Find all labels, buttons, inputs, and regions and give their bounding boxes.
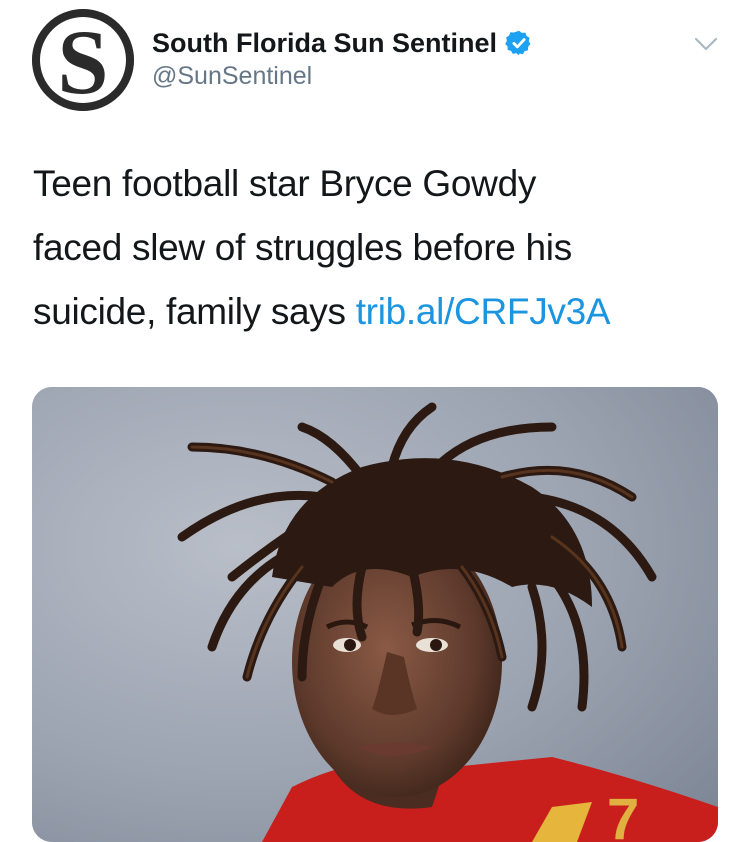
tweet-text: Teen football star Bryce Gowdy faced sle… [33, 152, 713, 344]
tweet-text-line-part: suicide, family says [33, 291, 346, 332]
avatar[interactable]: S [32, 9, 134, 111]
tweet-text-line: suicide, family says trib.al/CRFJv3A [33, 280, 713, 344]
name-row: South Florida Sun Sentinel [152, 26, 533, 60]
svg-text:7: 7 [607, 787, 639, 842]
display-name[interactable]: South Florida Sun Sentinel [152, 28, 497, 59]
portrait-photo: 7 [32, 387, 718, 842]
sun-sentinel-logo-icon: S [32, 9, 134, 111]
tweet-photo[interactable]: 7 [32, 387, 718, 842]
tweet-card[interactable]: S South Florida Sun Sentinel @SunSentine… [0, 0, 750, 842]
handle[interactable]: @SunSentinel [152, 62, 312, 91]
tweet-link[interactable]: trib.al/CRFJv3A [356, 291, 611, 332]
tweet-text-line: faced slew of struggles before his [33, 227, 572, 268]
svg-text:S: S [57, 11, 108, 111]
chevron-down-icon[interactable] [692, 30, 720, 58]
verified-badge-icon [505, 30, 531, 56]
tweet-text-line: Teen football star Bryce Gowdy [33, 163, 537, 204]
